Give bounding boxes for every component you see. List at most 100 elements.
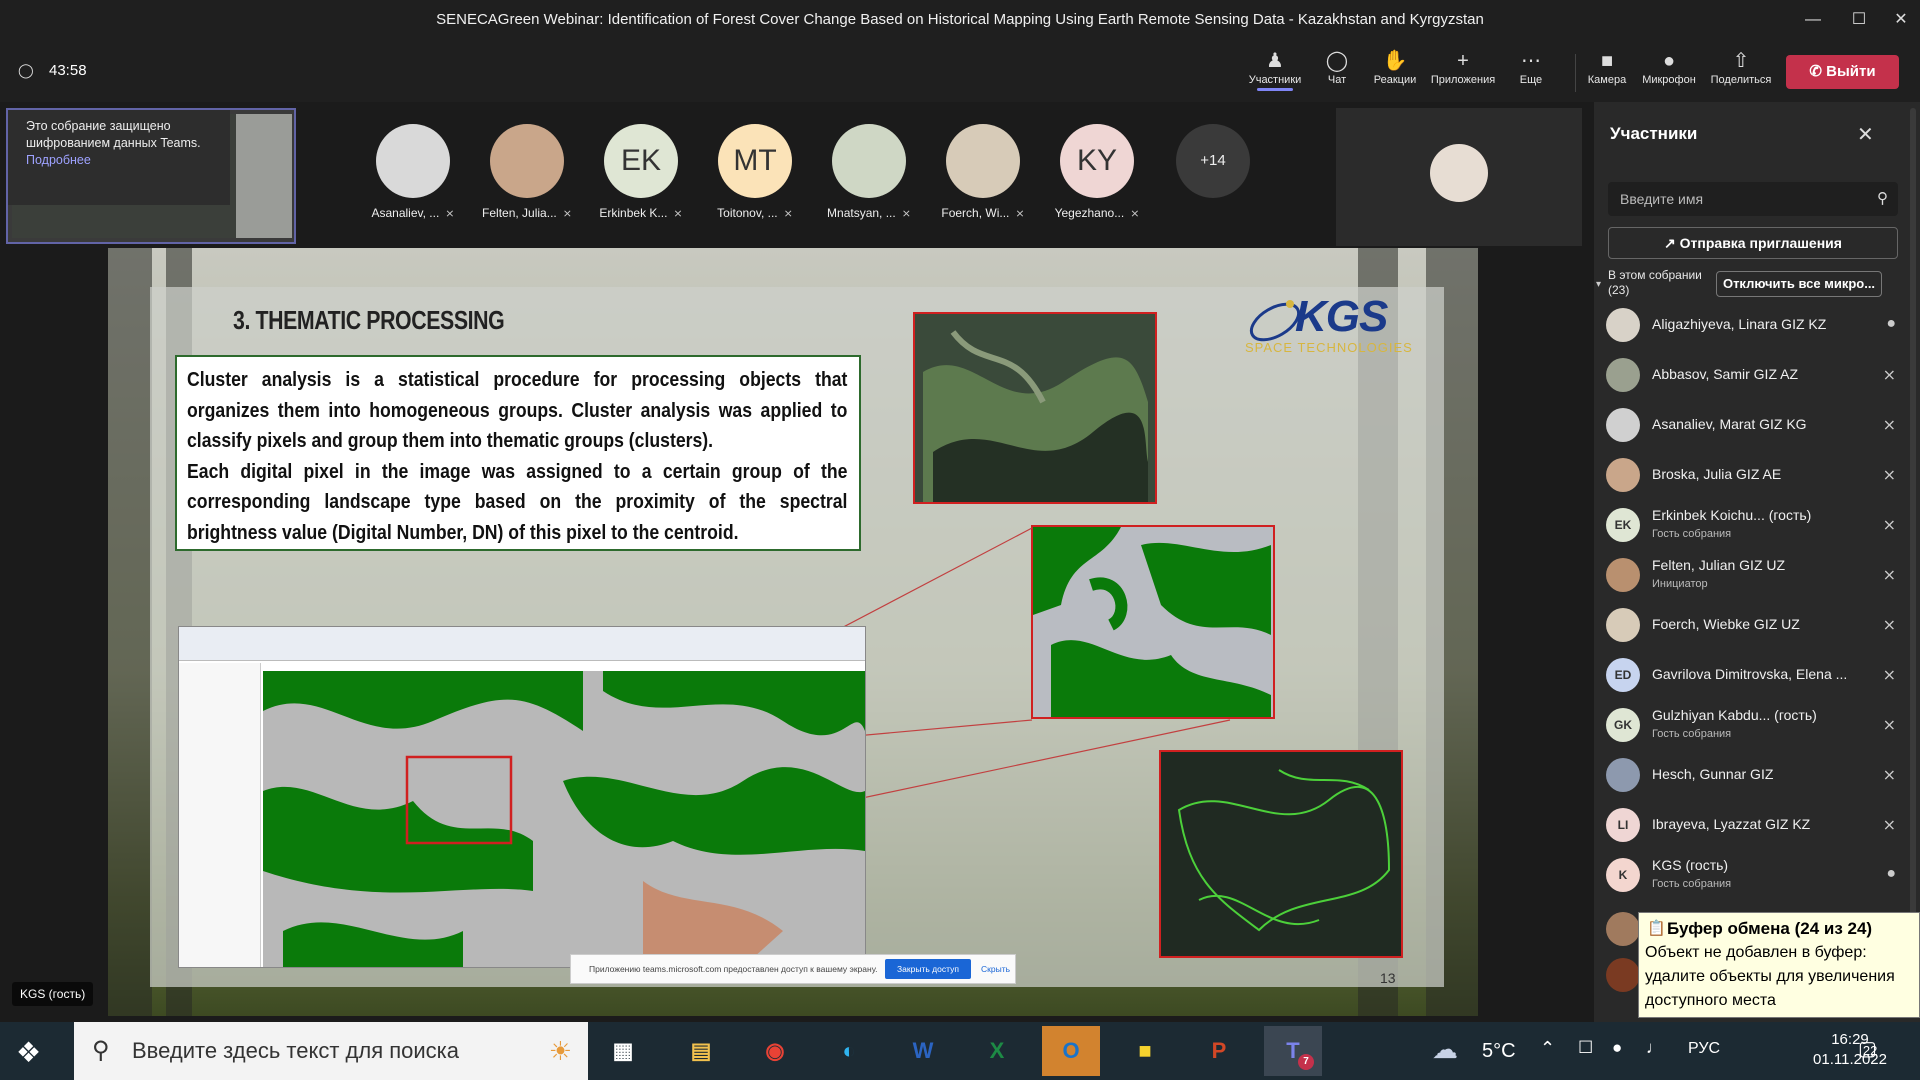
mute-all-button[interactable]: Отключить все микро... [1716,271,1882,297]
participant-list-item[interactable]: EK Erkinbek Koichu... (гость) Гость собран… [1606,501,1906,551]
participant-list-item[interactable]: Foerch, Wiebke GIZ UZ ⨯ [1606,601,1906,651]
learn-more-link[interactable]: Подробнее [26,153,91,167]
participant-name: Ibrayeva, Lyazzat GIZ KZ [1652,816,1811,832]
teams-badge: 7 [1298,1054,1314,1070]
chat-button[interactable]: ◯ Чат [1304,48,1370,96]
taskbar-search-input[interactable]: ⚲ Введите здесь текст для поиска ☀ [74,1022,588,1080]
weather-cloud-icon[interactable]: ☁ [1432,1034,1458,1065]
apps-button[interactable]: + Приложения [1428,48,1498,96]
participants-icon: ♟ [1266,50,1284,72]
share-button[interactable]: ⇧ Поделиться [1706,48,1776,96]
system-clock[interactable]: 16:29 01.11.2022 [1810,1030,1890,1070]
avatar: LI [1606,808,1640,842]
gis-software-screenshot [178,626,866,968]
participant-list-item[interactable]: Asanaliev, Marat GIZ KG ⨯ [1606,401,1906,451]
participant-tile[interactable]: Asanaliev, ... ⨯ [356,108,470,224]
software-layer-panel [179,663,261,967]
chrome-icon[interactable]: ◉ [746,1026,804,1076]
mic-off-icon: ⨯ [1882,467,1896,484]
panel-scrollbar[interactable] [1910,108,1916,1008]
more-button[interactable]: ⋯ Еще [1498,48,1564,96]
maximize-icon[interactable]: ☐ [1836,0,1882,40]
participant-name: Asanaliev, Marat GIZ KG [1652,416,1807,432]
excel-icon[interactable]: X [968,1026,1026,1076]
participant-list-item[interactable]: Felten, Julian GIZ UZ Инициатор ⨯ [1606,551,1906,601]
file-explorer-icon[interactable]: ▤ [672,1026,730,1076]
task-view-icon[interactable]: ▦ [594,1026,652,1076]
encryption-notice: Это собрание защищено шифрованием данных… [8,110,230,205]
participant-name: Felten, Julian GIZ UZ [1652,557,1786,573]
screen-share-prompt: Приложению teams.microsoft.com предостав… [570,954,1016,984]
hide-prompt-button[interactable]: Скрыть [981,964,1010,974]
close-panel-icon[interactable]: ✕ [1857,122,1874,147]
mic-off-icon: ⨯ [901,208,911,220]
participant-list-item[interactable]: Broska, Julia GIZ AE ⨯ [1606,451,1906,501]
teams-icon[interactable]: T7 [1264,1026,1322,1076]
chevron-up-icon[interactable]: ⌃ [1540,1038,1555,1059]
more-participants-button[interactable]: +14 [1176,124,1250,198]
camera-button[interactable]: ■ Камера [1574,48,1640,96]
weather-temp[interactable]: 5°C [1482,1040,1516,1063]
word-icon[interactable]: W [894,1026,952,1076]
participant-list-item[interactable]: Hesch, Gunnar GIZ ⨯ [1606,751,1906,801]
panel-title: Участники [1610,124,1698,143]
participant-list-item[interactable]: GK Gulzhiyan Kabdu... (гость) Гость собран… [1606,701,1906,751]
participant-list-item[interactable]: LI Ibrayeva, Lyazzat GIZ KZ ⨯ [1606,801,1906,851]
outlook-icon[interactable]: O [1042,1026,1100,1076]
active-indicator [1257,88,1293,91]
participant-tile[interactable]: KY Yegezhano... ⨯ [1040,108,1154,224]
mic-off-icon: ⨯ [783,208,793,220]
participant-list-item[interactable]: Abbasov, Samir GIZ AZ ⨯ [1606,351,1906,401]
volume-icon[interactable]: ♩ [1646,1038,1663,1058]
participant-role: Гость собрания [1652,878,1732,890]
mic-off-icon: ⨯ [1015,208,1025,220]
avatar: EK [604,124,678,198]
tree-trunk [108,248,152,1016]
clipboard-notification[interactable]: Буфер обмена (24 из 24) Объект не добавл… [1638,912,1920,1018]
participant-search-input[interactable]: Введите имя ⚲ [1608,182,1898,216]
participant-list-item[interactable]: Aligazhiyeva, Linara GIZ KZ ● [1606,301,1906,351]
microphone-button[interactable]: ● Микрофон [1636,48,1702,96]
slide-paragraph: Cluster analysis is a statistical proced… [187,368,848,452]
participants-button[interactable]: ♟ Участники [1242,48,1308,96]
windows-start-icon[interactable]: ❖ [16,1036,41,1069]
microphone-tray-icon[interactable]: ● [1612,1038,1622,1058]
leave-button[interactable]: ✆ Выйти [1786,55,1899,89]
language-indicator[interactable]: РУС [1688,1040,1720,1058]
mic-off-icon: ⨯ [1882,517,1896,534]
powerpoint-icon[interactable]: P [1190,1026,1248,1076]
reactions-button[interactable]: ✋ Реакции [1362,48,1428,96]
participant-tile[interactable]: Mnatsyan, ... ⨯ [812,108,926,224]
participant-tile[interactable]: EK Erkinbek K... ⨯ [584,108,698,224]
network-icon[interactable]: ☐ [1578,1038,1593,1058]
avatar: ED [1606,658,1640,692]
participant-tile[interactable]: MT Toitonov, ... ⨯ [698,108,812,224]
stop-sharing-button[interactable]: Закрыть доступ [885,959,971,979]
participant-list-item[interactable]: K KGS (гость) Гость собрания ● [1606,851,1906,901]
mic-off-icon: ⨯ [1882,367,1896,384]
send-invitation-button[interactable]: ↗ Отправка приглашения [1608,227,1898,259]
avatar: GK [1606,708,1640,742]
participant-role: Гость собрания [1652,728,1732,740]
pinned-tile[interactable] [1336,108,1582,246]
edge-icon[interactable]: ◐ [820,1026,878,1076]
mic-off-icon: ⨯ [673,208,683,220]
avatar [376,124,450,198]
notifications-icon[interactable]: ▢22 [1858,1036,1877,1061]
participant-tile[interactable]: Felten, Julia... ⨯ [470,108,584,224]
in-meeting-header: В этом собрании (23) [1608,268,1702,297]
mic-off-icon: ⨯ [1130,208,1140,220]
sticky-notes-icon[interactable]: ■ [1116,1026,1174,1076]
close-icon[interactable]: ✕ [1878,0,1920,40]
chat-icon: ◯ [1325,50,1349,72]
participant-list-item[interactable]: ED Gavrilova Dimitrovska, Elena ... ⨯ [1606,651,1906,701]
avatar: MT [718,124,792,198]
mic-off-icon: ⨯ [1882,817,1896,834]
more-icon: ⋯ [1521,50,1541,72]
participant-role: Инициатор [1652,578,1708,590]
mic-on-icon: ● [1886,315,1896,332]
participant-tile[interactable]: Foerch, Wi... ⨯ [926,108,1040,224]
collapse-chevron-icon[interactable]: ▾ [1596,279,1601,290]
window-title: SENECAGreen Webinar: Identification of F… [436,11,1484,28]
minimize-icon[interactable]: — [1790,0,1836,40]
